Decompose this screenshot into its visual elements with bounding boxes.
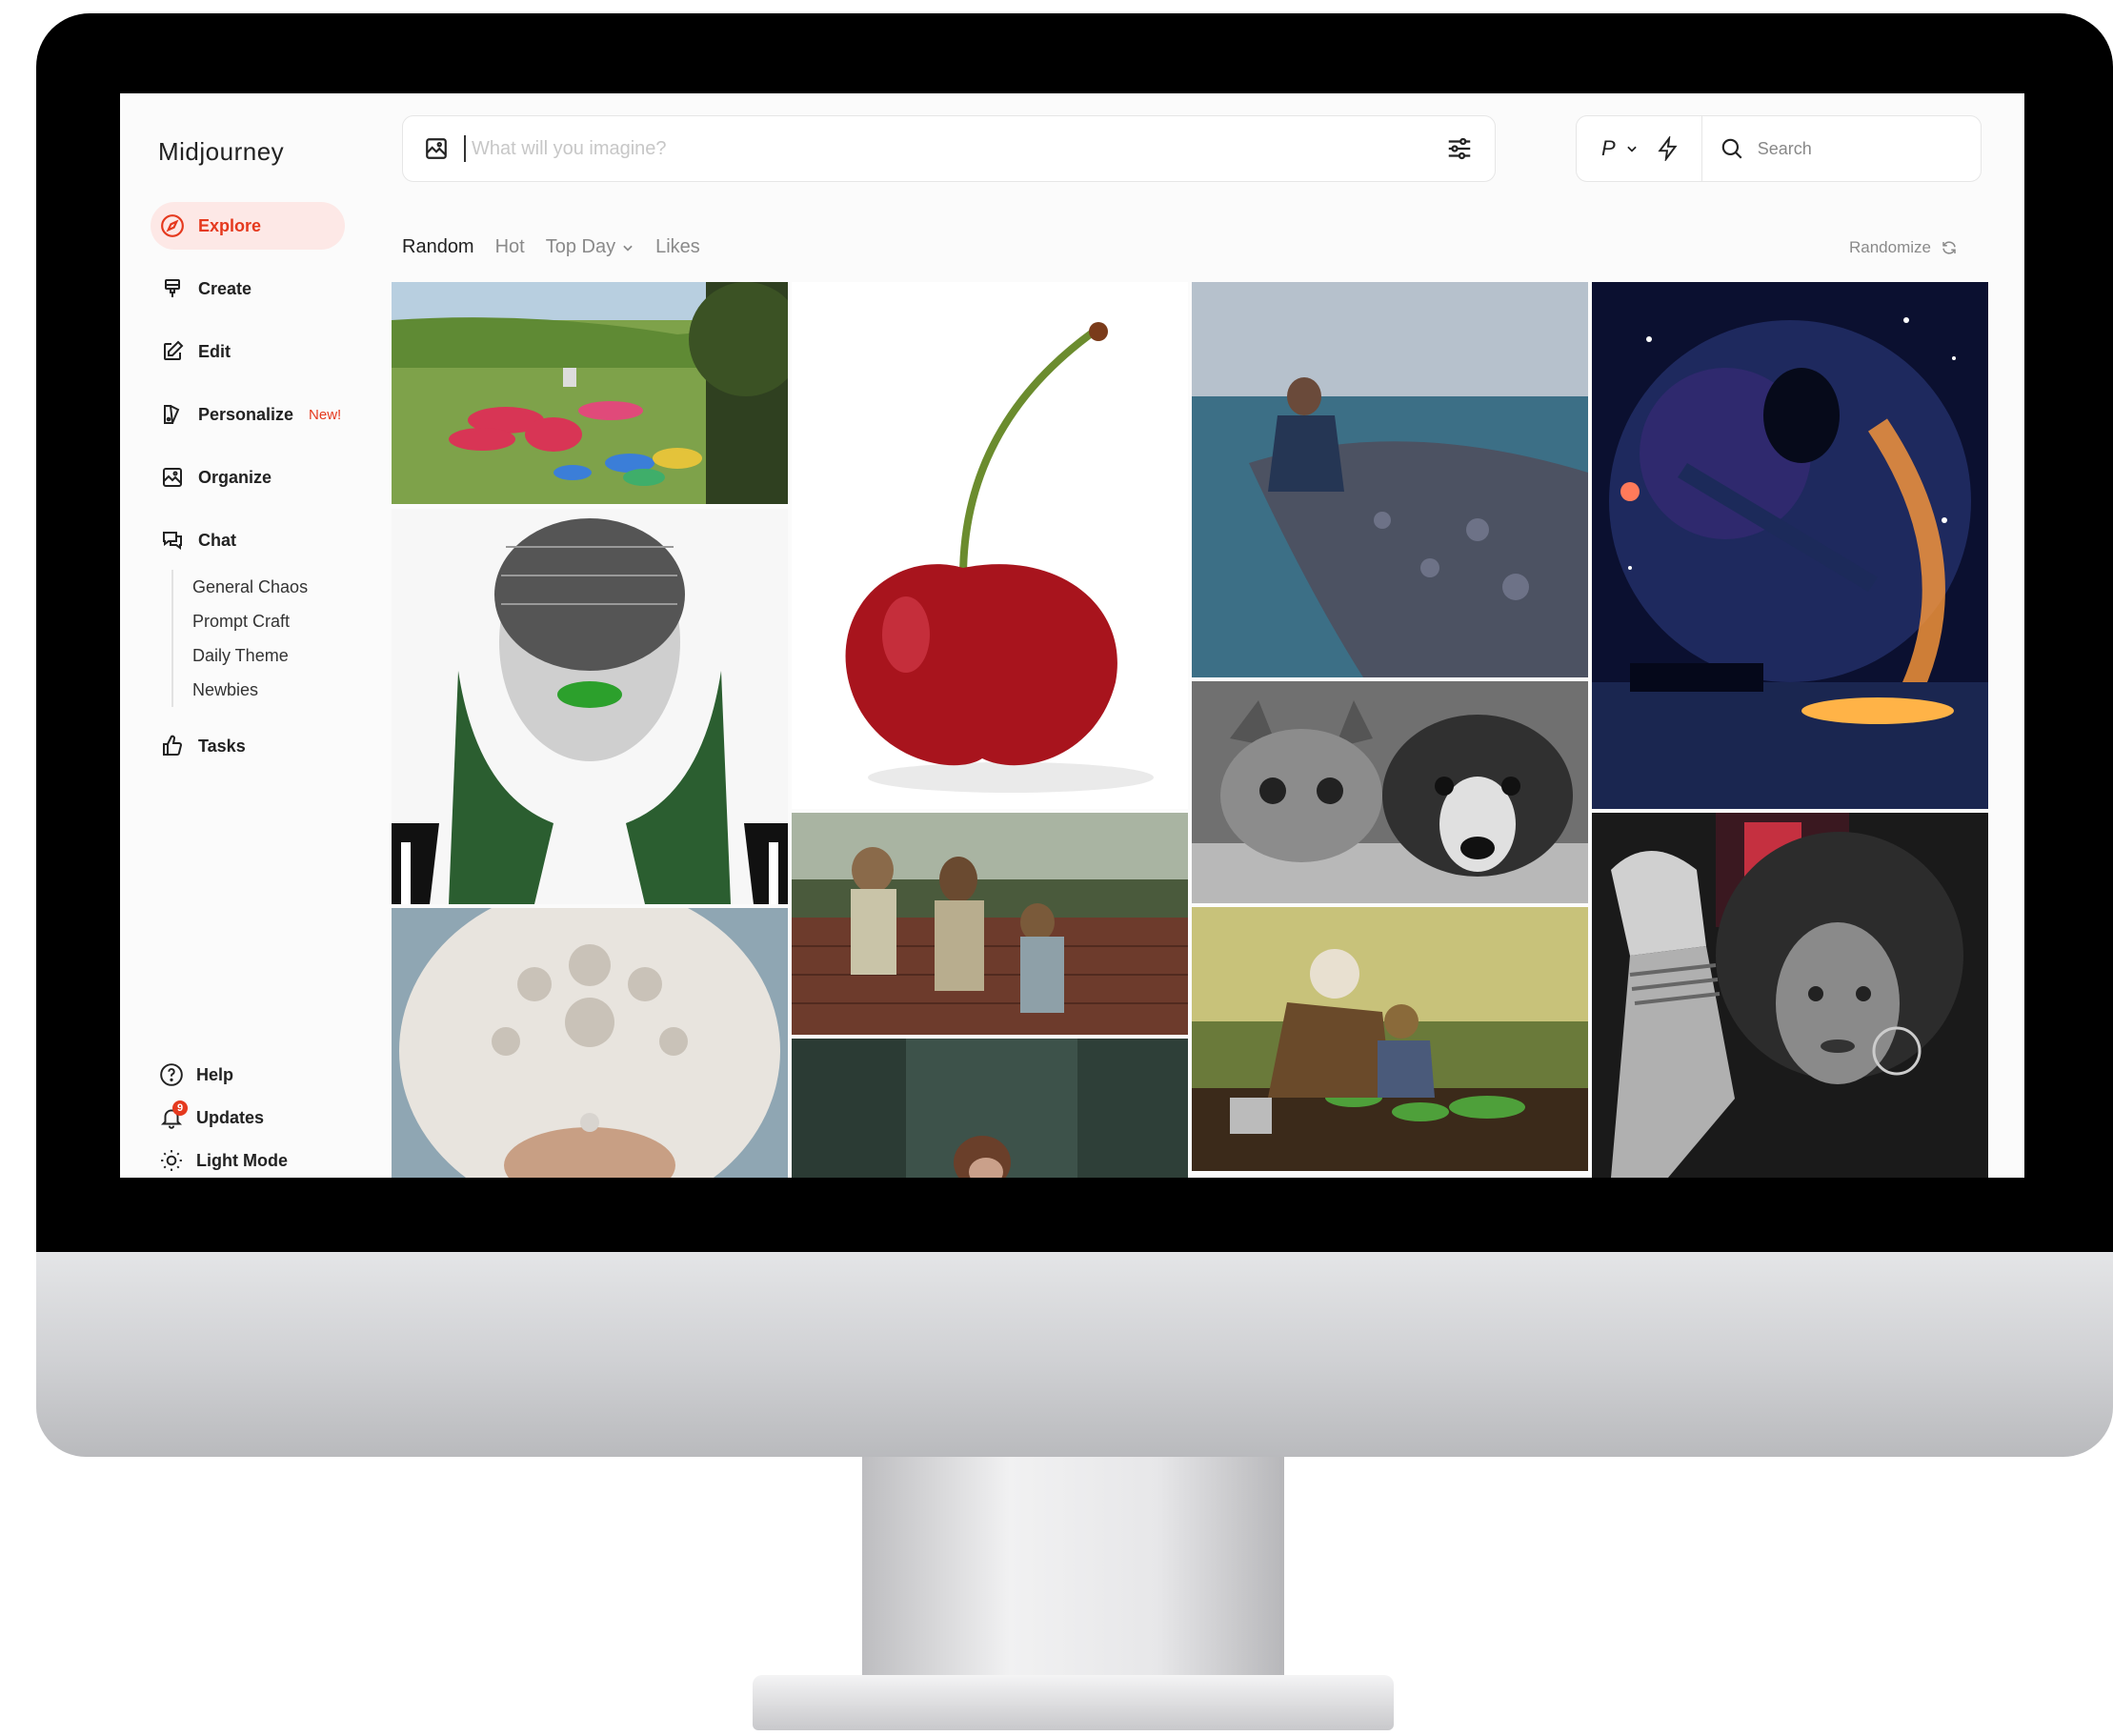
personalize-icon xyxy=(160,402,185,427)
new-badge: New! xyxy=(309,406,342,423)
channel-newbies[interactable]: Newbies xyxy=(192,673,308,707)
updates-button[interactable]: 9 Updates xyxy=(158,1100,265,1131)
nav-label: Tasks xyxy=(198,736,246,756)
paintbrush-icon xyxy=(160,276,185,301)
tab-random[interactable]: Random xyxy=(402,236,474,258)
help-label: Help xyxy=(196,1064,234,1084)
image-tile-pearl-headdress[interactable] xyxy=(392,908,788,1178)
image-tile-flower-field[interactable] xyxy=(392,282,788,504)
monitor-stand-neck xyxy=(862,1457,1284,1676)
prompt-bar xyxy=(402,115,1496,182)
monitor-chin xyxy=(36,1252,2113,1457)
search-icon xyxy=(1721,138,1742,159)
image-gallery-icon xyxy=(160,465,185,490)
chevron-down-icon xyxy=(1626,146,1637,152)
refresh-icon xyxy=(1942,241,1956,254)
brand-logo[interactable]: Midjourney xyxy=(158,137,284,167)
nav-label: Explore xyxy=(198,215,262,235)
tab-likes[interactable]: Likes xyxy=(655,236,700,258)
sun-icon xyxy=(158,1147,185,1174)
personalization-label: P xyxy=(1601,136,1616,160)
bell-icon: 9 xyxy=(158,1100,188,1131)
image-tile-whale-diver[interactable] xyxy=(1192,282,1588,677)
app-screen: Midjourney Explore Create Edit Personali… xyxy=(120,93,2024,1178)
image-tile-children-at-wall[interactable] xyxy=(792,813,1188,1035)
light-mode-label: Light Mode xyxy=(196,1150,288,1170)
nav-edit[interactable]: Edit xyxy=(151,328,345,375)
help-button[interactable]: Help xyxy=(158,1061,233,1088)
search-field xyxy=(1720,136,1981,161)
compass-icon xyxy=(160,213,185,238)
explore-tabs: Random Hot Top Day Likes xyxy=(402,236,721,258)
edit-icon xyxy=(160,339,185,364)
chat-channel-list: General Chaos Prompt Craft Daily Theme N… xyxy=(171,570,308,707)
nav-personalize[interactable]: Personalize New! xyxy=(151,391,379,438)
tab-top-day[interactable]: Top Day xyxy=(546,236,634,258)
image-tile-afro-portrait[interactable] xyxy=(1592,813,1988,1178)
updates-label: Updates xyxy=(196,1107,265,1127)
light-mode-toggle[interactable]: Light Mode xyxy=(158,1147,288,1174)
tools-bar: P xyxy=(1576,115,1982,182)
monitor-stand-foot xyxy=(753,1675,1394,1730)
nav-chat[interactable]: Chat xyxy=(151,516,345,564)
randomize-label: Randomize xyxy=(1849,238,1931,256)
image-tile-cherry[interactable] xyxy=(792,282,1188,809)
sidebar: Midjourney Explore Create Edit Personali… xyxy=(120,93,373,1178)
settings-sliders-icon[interactable] xyxy=(1445,134,1474,163)
lightning-icon[interactable] xyxy=(1656,136,1680,161)
channel-daily-theme[interactable]: Daily Theme xyxy=(192,638,308,673)
image-tile-forest-portrait[interactable] xyxy=(792,1039,1188,1178)
tab-hot[interactable]: Hot xyxy=(495,236,525,258)
thumbs-up-icon xyxy=(160,734,185,758)
nav-label: Personalize xyxy=(198,404,294,424)
search-input[interactable] xyxy=(1755,137,1969,160)
updates-count-badge: 9 xyxy=(172,1100,188,1116)
nav-label: Organize xyxy=(198,467,272,487)
nav-label: Edit xyxy=(198,341,231,361)
tools-divider xyxy=(1700,116,1702,181)
channel-general-chaos[interactable]: General Chaos xyxy=(192,570,308,604)
image-tile-cat-and-dog[interactable] xyxy=(1192,681,1588,903)
nav-organize[interactable]: Organize xyxy=(151,454,345,501)
chevron-down-icon xyxy=(623,245,633,252)
image-tile-green-lips-portrait[interactable] xyxy=(392,509,788,904)
nav-explore[interactable]: Explore xyxy=(151,202,345,250)
personalization-toggle[interactable]: P xyxy=(1601,136,1639,161)
randomize-button[interactable]: Randomize xyxy=(1849,238,1958,257)
image-tile-gardening[interactable] xyxy=(1192,907,1588,1171)
prompt-input[interactable] xyxy=(464,135,1445,162)
nav-label: Chat xyxy=(198,530,236,550)
channel-prompt-craft[interactable]: Prompt Craft xyxy=(192,604,308,638)
chat-icon xyxy=(160,528,185,553)
help-icon xyxy=(158,1061,185,1088)
nav-label: Create xyxy=(198,278,252,298)
image-tile-cosmic-wakeboarder[interactable] xyxy=(1592,282,1988,809)
tab-top-day-label: Top Day xyxy=(545,236,616,257)
nav-create[interactable]: Create xyxy=(151,265,345,313)
image-upload-icon[interactable] xyxy=(424,136,449,161)
nav-tasks[interactable]: Tasks xyxy=(151,722,345,770)
